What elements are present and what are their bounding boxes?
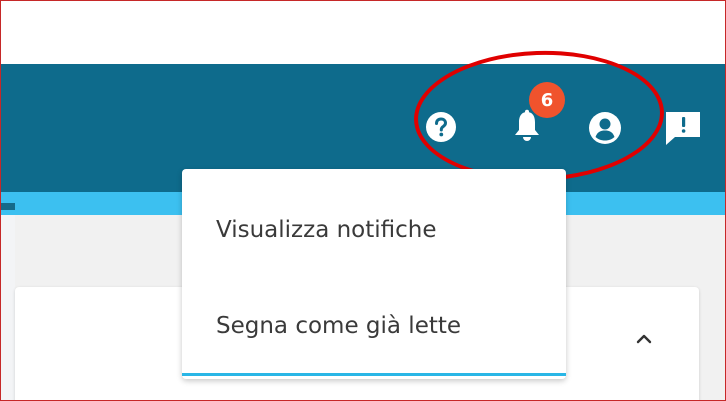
- chat-icon[interactable]: [663, 109, 703, 147]
- notifications-dropdown-menu: Visualizza notifiche Segna come già lett…: [182, 169, 566, 379]
- menu-item-focus-underline: [182, 373, 566, 376]
- menu-item-view-notifications[interactable]: Visualizza notifiche: [216, 217, 437, 243]
- menu-item-mark-all-read[interactable]: Segna come già lette: [216, 313, 461, 339]
- accent-strip-dark-segment: [1, 203, 15, 210]
- top-area: [1, 1, 725, 64]
- screenshot-frame: 6 Visualizza notifiche Segna come già le…: [0, 0, 726, 401]
- chevron-up-icon[interactable]: [629, 323, 659, 353]
